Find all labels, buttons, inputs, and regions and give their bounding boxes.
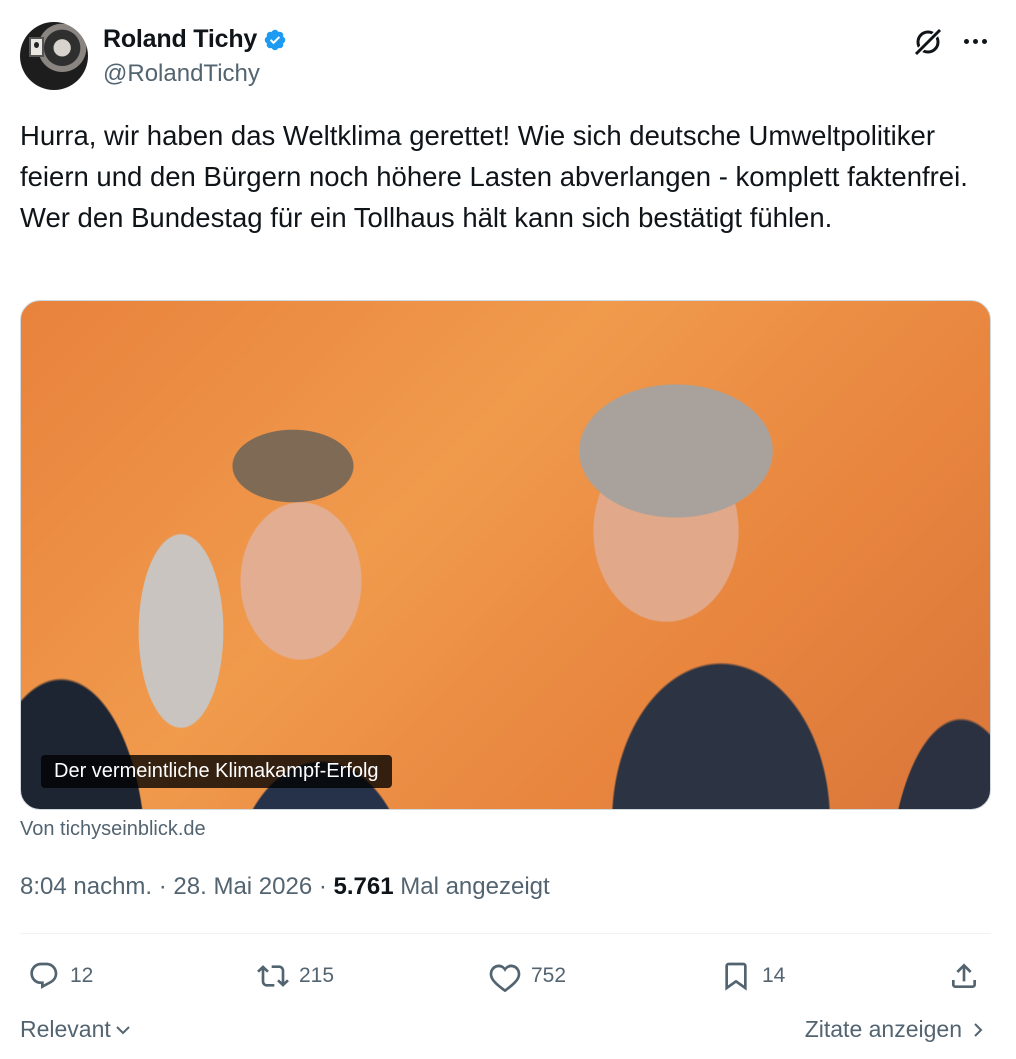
- avatar-photo-frame: [29, 37, 44, 57]
- tweet-time[interactable]: 8:04 nachm.: [20, 873, 152, 901]
- bookmark-count: 14: [762, 964, 786, 987]
- reply-icon: [30, 962, 58, 989]
- link-card-source[interactable]: Von tichyseinblick.de: [20, 818, 206, 841]
- chevron-down-icon: [116, 1025, 130, 1034]
- like-button[interactable]: 752: [489, 956, 566, 996]
- link-card-caption[interactable]: Der vermeintliche Klimakampf-Erfolg: [41, 755, 392, 788]
- like-count: 752: [531, 964, 567, 987]
- sort-replies-dropdown[interactable]: Relevant: [20, 1016, 133, 1043]
- grok-icon[interactable]: [912, 26, 944, 58]
- tweet-meta: 8:04 nachm. · 28. Mai 2026 · 5.761 Mal a…: [20, 873, 550, 901]
- share-icon: [952, 963, 976, 988]
- link-card-image[interactable]: [20, 300, 991, 810]
- quotes-label: Zitate anzeigen: [804, 1016, 962, 1042]
- author-avatar[interactable]: [20, 22, 88, 90]
- author-name-row: Roland Tichy: [103, 25, 287, 54]
- views-count: 5.761: [333, 873, 394, 900]
- repost-count: 215: [299, 964, 335, 987]
- meta-separator: ·: [312, 873, 334, 900]
- meta-separator: ·: [152, 873, 174, 900]
- bookmark-button[interactable]: 14: [720, 956, 785, 996]
- divider: [20, 933, 991, 934]
- dot-icon: [981, 38, 987, 44]
- more-icon[interactable]: [960, 28, 990, 54]
- dot-icon: [972, 38, 978, 44]
- tweet-text: Hurra, wir haben das Weltklima gerettet!…: [20, 120, 968, 233]
- reply-button[interactable]: 12: [28, 956, 93, 996]
- author-display-name[interactable]: Roland Tichy: [103, 25, 257, 54]
- repost-button[interactable]: 215: [257, 956, 334, 996]
- view-quotes-link[interactable]: Zitate anzeigen: [805, 1016, 988, 1043]
- chevron-right-icon: [974, 1022, 983, 1037]
- repost-icon: [257, 965, 289, 987]
- dot-icon: [963, 38, 969, 44]
- author-handle[interactable]: @RolandTichy: [103, 60, 260, 88]
- views-label: Mal angezeigt: [393, 873, 550, 900]
- heart-icon: [489, 964, 521, 992]
- sort-label: Relevant: [20, 1016, 111, 1042]
- share-button[interactable]: [948, 956, 980, 996]
- bookmark-icon: [725, 962, 747, 991]
- tweet-date[interactable]: 28. Mai 2026: [173, 873, 312, 901]
- verified-badge-icon[interactable]: [263, 28, 287, 52]
- reply-count: 12: [70, 964, 94, 987]
